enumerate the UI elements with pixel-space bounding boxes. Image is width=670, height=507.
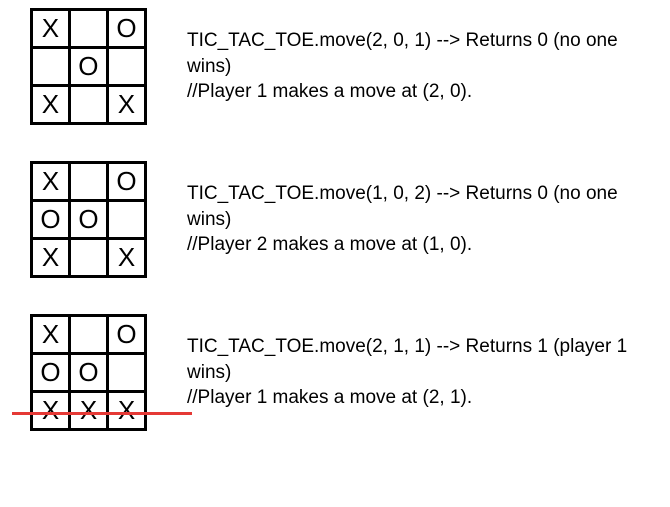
cell-2-0: X [32, 86, 70, 124]
cell-0-2: O [107, 10, 145, 48]
step-2: X O O O X X TIC_TAC_TOE.move(1, 0, 2) --… [12, 161, 658, 278]
cell-0-0: X [32, 316, 70, 354]
cell-1-0 [32, 48, 70, 86]
step-1-description: TIC_TAC_TOE.move(2, 0, 1) --> Returns 0 … [187, 28, 658, 105]
cell-1-1: O [70, 354, 108, 392]
cell-2-1 [69, 86, 107, 124]
step-2-call: TIC_TAC_TOE.move(1, 0, 2) --> Returns 0 … [187, 181, 658, 232]
cell-0-1 [70, 316, 108, 354]
win-strike-line [12, 412, 192, 415]
cell-0-1 [69, 10, 107, 48]
step-3-description: TIC_TAC_TOE.move(2, 1, 1) --> Returns 1 … [187, 334, 658, 411]
cell-2-0: X [32, 239, 70, 277]
cell-2-1 [70, 239, 108, 277]
cell-0-2: O [108, 163, 146, 201]
cell-0-2: O [108, 316, 146, 354]
tic-tac-toe-board-1: X O O X X [30, 8, 147, 125]
board-wrap-3: X O O O X X X [12, 314, 147, 431]
cell-0-0: X [32, 10, 70, 48]
step-1: X O O X X TIC_TAC_TOE.move(2, 0, 1) --> … [12, 8, 658, 125]
cell-1-0: O [32, 354, 70, 392]
cell-1-0: O [32, 201, 70, 239]
cell-2-2: X [108, 392, 146, 430]
step-3-comment: //Player 1 makes a move at (2, 1). [187, 385, 658, 411]
cell-1-2 [108, 201, 146, 239]
board-wrap-1: X O O X X [12, 8, 147, 125]
board-wrap-2: X O O O X X [12, 161, 147, 278]
cell-1-2 [108, 354, 146, 392]
cell-2-2: X [107, 86, 145, 124]
cell-1-1: O [69, 48, 107, 86]
step-3-call: TIC_TAC_TOE.move(2, 1, 1) --> Returns 1 … [187, 334, 658, 385]
cell-1-2 [107, 48, 145, 86]
tic-tac-toe-board-2: X O O O X X [30, 161, 147, 278]
step-1-call: TIC_TAC_TOE.move(2, 0, 1) --> Returns 0 … [187, 28, 658, 79]
cell-2-1: X [70, 392, 108, 430]
cell-2-0: X [32, 392, 70, 430]
cell-0-1 [70, 163, 108, 201]
step-2-description: TIC_TAC_TOE.move(1, 0, 2) --> Returns 0 … [187, 181, 658, 258]
step-1-comment: //Player 1 makes a move at (2, 0). [187, 79, 658, 105]
step-3: X O O O X X X TIC_TAC_TOE.move(2, 1, 1) … [12, 314, 658, 431]
cell-0-0: X [32, 163, 70, 201]
step-2-comment: //Player 2 makes a move at (1, 0). [187, 232, 658, 258]
cell-2-2: X [108, 239, 146, 277]
cell-1-1: O [70, 201, 108, 239]
